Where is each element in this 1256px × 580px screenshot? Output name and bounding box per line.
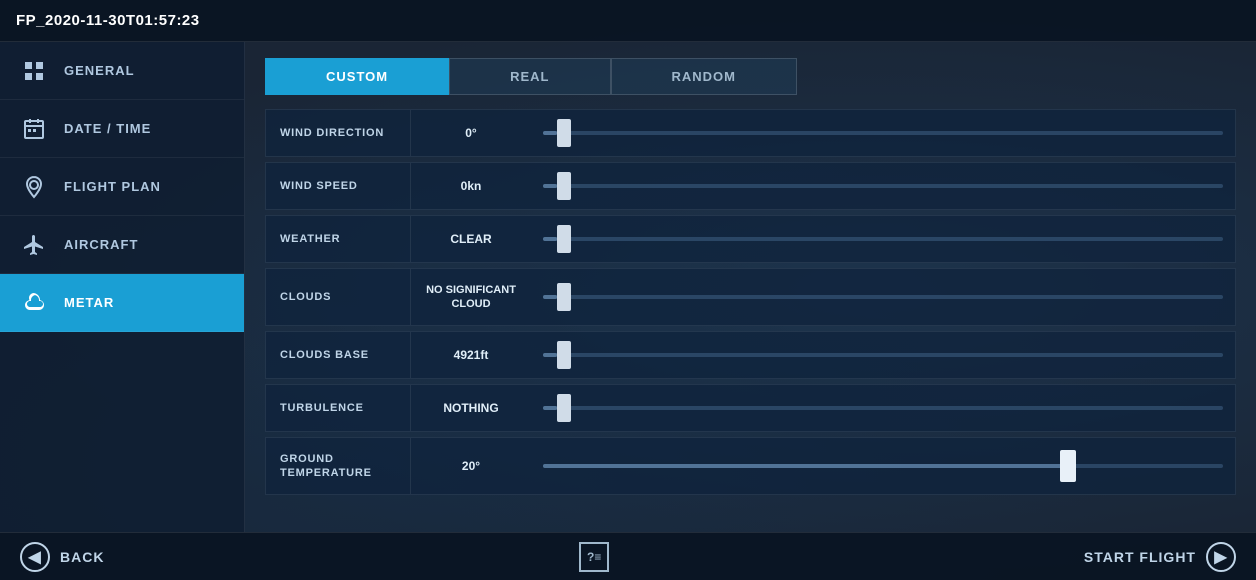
setting-row-weather: WEATHER CLEAR: [265, 215, 1236, 263]
sidebar-label-general: GENERAL: [64, 63, 135, 78]
header: FP_2020-11-30T01:57:23: [0, 0, 1256, 42]
setting-row-wind-direction: WIND DIRECTION 0°: [265, 109, 1236, 157]
weather-thumb[interactable]: [557, 225, 571, 253]
content-area: CUSTOM REAL RANDOM WIND DIRECTION 0°: [245, 42, 1256, 532]
tabs-container: CUSTOM REAL RANDOM: [265, 58, 1236, 95]
turbulence-fill: [543, 406, 557, 410]
clouds-label: CLOUDS: [266, 269, 411, 325]
back-icon: ◀: [20, 542, 50, 572]
setting-row-clouds: CLOUDS NO SIGNIFICANT CLOUD: [265, 268, 1236, 326]
clouds-track: [543, 295, 1223, 299]
clouds-base-thumb[interactable]: [557, 341, 571, 369]
clouds-value: NO SIGNIFICANT CLOUD: [411, 283, 531, 312]
location-icon: [18, 171, 50, 203]
settings-rows: WIND DIRECTION 0° WIND SPEED: [265, 109, 1236, 495]
clouds-base-value: 4921ft: [411, 348, 531, 362]
ground-temperature-fill: [543, 464, 1073, 468]
sidebar-item-flightplan[interactable]: FLIGHT PLAN: [0, 158, 244, 216]
back-button[interactable]: ◀ BACK: [20, 542, 104, 572]
wind-direction-track: [543, 131, 1223, 135]
tab-real[interactable]: REAL: [449, 58, 610, 95]
setting-row-clouds-base: CLOUDS BASE 4921ft: [265, 331, 1236, 379]
ground-temperature-thumb[interactable]: [1060, 450, 1076, 482]
sidebar-item-general[interactable]: GENERAL: [0, 42, 244, 100]
turbulence-slider[interactable]: [531, 406, 1235, 410]
footer: ◀ BACK ?≡ START FLIGHT ▶: [0, 532, 1256, 580]
ground-temperature-track: [543, 464, 1223, 468]
clouds-base-track: [543, 353, 1223, 357]
sidebar-label-flightplan: FLIGHT PLAN: [64, 179, 161, 194]
clouds-slider[interactable]: [531, 295, 1235, 299]
metar-icon: [18, 287, 50, 319]
app-container: FP_2020-11-30T01:57:23 GENERAL: [0, 0, 1256, 580]
setting-row-ground-temperature: GROUND TEMPERATURE 20°: [265, 437, 1236, 495]
ground-temperature-label: GROUND TEMPERATURE: [266, 438, 411, 494]
clouds-base-fill: [543, 353, 557, 357]
weather-fill: [543, 237, 557, 241]
sidebar-label-metar: METAR: [64, 295, 114, 310]
plane-icon: [18, 229, 50, 261]
main-layout: GENERAL DATE / TIME: [0, 42, 1256, 532]
start-flight-label: START FLIGHT: [1084, 549, 1196, 565]
header-title: FP_2020-11-30T01:57:23: [16, 12, 200, 29]
tab-random[interactable]: RANDOM: [611, 58, 798, 95]
turbulence-label: TURBULENCE: [266, 385, 411, 431]
sidebar: GENERAL DATE / TIME: [0, 42, 245, 532]
wind-direction-label: WIND DIRECTION: [266, 110, 411, 156]
help-icon[interactable]: ?≡: [579, 542, 609, 572]
sidebar-label-datetime: DATE / TIME: [64, 121, 151, 136]
setting-row-turbulence: TURBULENCE NOTHING: [265, 384, 1236, 432]
weather-track: [543, 237, 1223, 241]
sidebar-item-aircraft[interactable]: AIRCRAFT: [0, 216, 244, 274]
wind-speed-track: [543, 184, 1223, 188]
wind-direction-value: 0°: [411, 126, 531, 140]
start-flight-icon: ▶: [1206, 542, 1236, 572]
sidebar-item-metar[interactable]: METAR: [0, 274, 244, 332]
clouds-fill: [543, 295, 557, 299]
calendar-icon: [18, 113, 50, 145]
start-flight-button[interactable]: START FLIGHT ▶: [1084, 542, 1236, 572]
clouds-base-label: CLOUDS BASE: [266, 332, 411, 378]
setting-row-wind-speed: WIND SPEED 0kn: [265, 162, 1236, 210]
grid-icon: [18, 55, 50, 87]
clouds-base-slider[interactable]: [531, 353, 1235, 357]
ground-temperature-slider[interactable]: [531, 464, 1235, 468]
sidebar-label-aircraft: AIRCRAFT: [64, 237, 138, 252]
wind-direction-thumb[interactable]: [557, 119, 571, 147]
turbulence-track: [543, 406, 1223, 410]
weather-slider[interactable]: [531, 237, 1235, 241]
wind-speed-value: 0kn: [411, 179, 531, 193]
back-label: BACK: [60, 549, 104, 565]
turbulence-thumb[interactable]: [557, 394, 571, 422]
wind-speed-label: WIND SPEED: [266, 163, 411, 209]
wind-speed-slider[interactable]: [531, 184, 1235, 188]
clouds-thumb[interactable]: [557, 283, 571, 311]
weather-value: CLEAR: [411, 232, 531, 246]
ground-temperature-value: 20°: [411, 459, 531, 473]
wind-direction-slider[interactable]: [531, 131, 1235, 135]
tab-custom[interactable]: CUSTOM: [265, 58, 449, 95]
wind-direction-fill: [543, 131, 557, 135]
wind-speed-fill: [543, 184, 557, 188]
turbulence-value: NOTHING: [411, 401, 531, 415]
wind-speed-thumb[interactable]: [557, 172, 571, 200]
sidebar-item-datetime[interactable]: DATE / TIME: [0, 100, 244, 158]
weather-label: WEATHER: [266, 216, 411, 262]
